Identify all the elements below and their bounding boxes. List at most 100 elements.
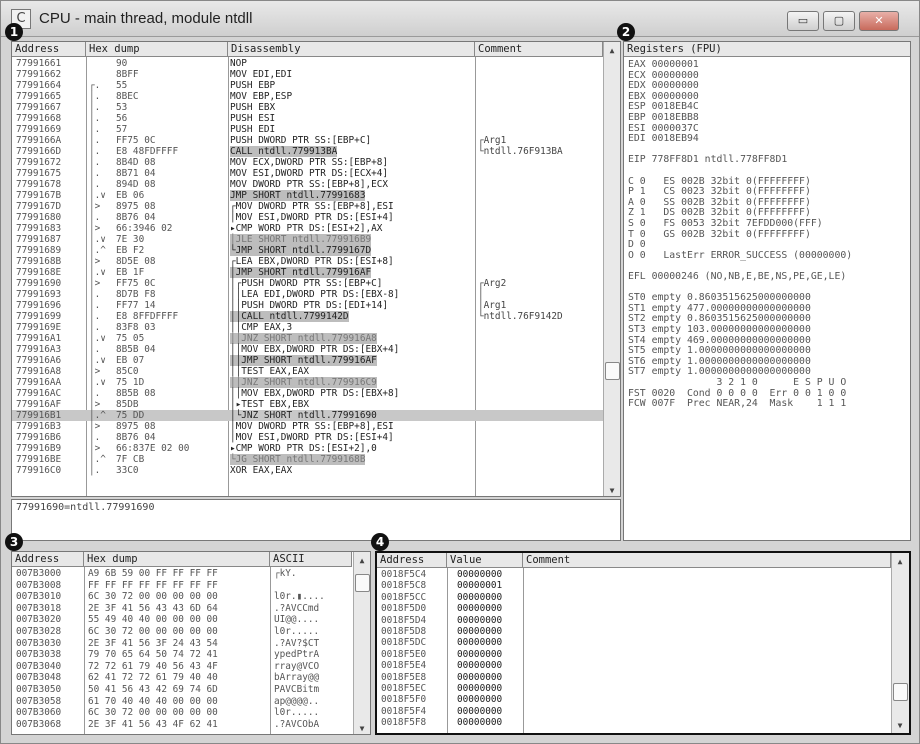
disasm-row[interactable]: 7799168B │> 8D5E 08 ┌LEA EBX,DWORD PTR DS:[… <box>12 256 603 267</box>
dump-row[interactable]: 007B3058 61 70 40 40 40 00 00 00 ap@@@@.. <box>12 696 353 708</box>
dump-row[interactable]: 007B3068 2E 3F 41 56 43 4F 62 41 .?AVCObA <box>12 719 353 731</box>
dump-row[interactable]: 007B3018 2E 3F 41 56 43 43 6D 64 .?AVCCmd <box>12 603 353 615</box>
dump-scrollbar[interactable]: ▲ ▼ <box>353 552 370 734</box>
stack-row[interactable]: 0018F5E4 00000000 <box>377 660 891 671</box>
disasm-row[interactable]: 779916A6 │.∨ EB 07 ││JMP SHORT ntdll.779916… <box>12 355 603 366</box>
stack-scroll-thumb[interactable] <box>893 683 908 701</box>
row-marker: │. <box>89 124 101 135</box>
dump-pane[interactable]: Address Hex dump ASCII 007B3000 A9 6B 59 … <box>11 551 371 735</box>
disasm-row[interactable]: 779916B1 │.^ 75 DD │└JNZ SHORT ntdll.779916… <box>12 410 603 421</box>
disasm-row[interactable]: 779916AC │. 8B5B 08 ││MOV EBX,DWORD PTR DS:… <box>12 388 603 399</box>
row-address: 779916B9 <box>16 443 62 454</box>
disasm-row[interactable]: 77991696 │. FF77 14 ││PUSH DWORD PTR DS:[ED… <box>12 300 603 311</box>
dump-row[interactable]: 007B3028 6C 30 72 00 00 00 00 00 l0r..... <box>12 626 353 638</box>
col-address[interactable]: Address <box>12 42 86 57</box>
disasm-row[interactable]: 77991680 │. 8B76 04 │MOV ESI,DWORD PTR DS:[… <box>12 212 603 223</box>
dump-row[interactable]: 007B3060 6C 30 72 00 00 00 00 00 l0r..... <box>12 707 353 719</box>
disasm-row[interactable]: 77991668 │. 56 PUSH ESI <box>12 113 603 124</box>
stack-scroll-up-icon[interactable]: ▲ <box>893 557 907 566</box>
dump-row[interactable]: 007B3048 62 41 72 72 61 79 40 40 bArray@@ <box>12 672 353 684</box>
stack-row[interactable]: 0018F5C8 00000001 <box>377 580 891 591</box>
dump-row[interactable]: 007B3008 FF FF FF FF FF FF FF FF <box>12 580 353 592</box>
disasm-row[interactable]: 77991669 │. 57 PUSH EDI <box>12 124 603 135</box>
disasm-row[interactable]: 77991683 │> 66:3946 02 ▸CMP WORD PTR DS:[ES… <box>12 223 603 234</box>
disasm-row[interactable]: 779916AA │.∨ 75 1D ││JNZ SHORT ntdll.779916… <box>12 377 603 388</box>
disasm-row[interactable]: 77991693 │. 8D7B F8 ││LEA EDI,DWORD PTR DS:… <box>12 289 603 300</box>
disasm-row[interactable]: 7799167D │> 8975 08 ┌MOV DWORD PTR SS:[EBP+… <box>12 201 603 212</box>
stack-row[interactable]: 0018F5D4 00000000 <box>377 615 891 626</box>
disasm-row[interactable]: 779916B3 │> 8975 08 │MOV DWORD PTR SS:[EBP+… <box>12 421 603 432</box>
disasm-row[interactable]: 7799166A │. FF75 0C PUSH DWORD PTR SS:[EBP+… <box>12 135 603 146</box>
disasm-row[interactable]: 77991662 8BFF MOV EDI,EDI <box>12 69 603 80</box>
disasm-row[interactable]: 77991664 ┌. 55 PUSH EBP <box>12 80 603 91</box>
disasm-row[interactable]: 779916AF │> 85DB │▸TEST EBX,EBX <box>12 399 603 410</box>
dump-row[interactable]: 007B3010 6C 30 72 00 00 00 00 00 l0r.▮.... <box>12 591 353 603</box>
disasm-row[interactable]: 77991678 │. 894D 08 MOV DWORD PTR SS:[EBP+8… <box>12 179 603 190</box>
col-hex[interactable]: Hex dump <box>86 42 228 57</box>
scroll-thumb[interactable] <box>605 362 620 380</box>
disasm-row[interactable]: 7799168E │.∨ EB 1F │JMP SHORT ntdll.779916A… <box>12 267 603 278</box>
disasm-row[interactable]: 77991690 │> FF75 0C │┌PUSH DWORD PTR SS:[EB… <box>12 278 603 289</box>
dump-scroll-down-icon[interactable]: ▼ <box>355 724 369 733</box>
stack-row[interactable]: 0018F5E0 00000000 <box>377 649 891 660</box>
dump-scroll-up-icon[interactable]: ▲ <box>355 556 369 565</box>
stack-row[interactable]: 0018F5EC 00000000 <box>377 683 891 694</box>
disasm-row[interactable]: 779916B9 │> 66:837E 02 00 ▸CMP WORD PTR DS:… <box>12 443 603 454</box>
disasm-scrollbar[interactable]: ▲ ▼ <box>603 42 620 496</box>
dump-scroll-thumb[interactable] <box>355 574 370 592</box>
stack-row[interactable]: 0018F5CC 00000000 <box>377 592 891 603</box>
disasm-row[interactable]: 7799169E │. 83F8 03 ││CMP EAX,3 <box>12 322 603 333</box>
stack-row[interactable]: 0018F5C4 00000000 <box>377 569 891 580</box>
stack-col-value[interactable]: Value <box>447 553 523 568</box>
disasm-row[interactable]: 77991672 │. 8B4D 08 MOV ECX,DWORD PTR SS:[E… <box>12 157 603 168</box>
col-disasm[interactable]: Disassembly <box>228 42 475 57</box>
dump-row[interactable]: 007B3030 2E 3F 41 56 3F 24 43 54 .?AV?$CT <box>12 638 353 650</box>
stack-col-comment[interactable]: Comment <box>523 553 891 568</box>
disasm-row[interactable]: 779916A3 │. 8B5B 04 ││MOV EBX,DWORD PTR DS:… <box>12 344 603 355</box>
row-hex: 8B76 04 <box>116 432 156 443</box>
col-comment[interactable]: Comment <box>475 42 603 57</box>
stack-pane[interactable]: Address Value Comment 0018F5C4 00000000 00… <box>375 551 911 735</box>
disasm-row[interactable]: 779916C0 │. 33C0 XOR EAX,EAX <box>12 465 603 476</box>
stack-row[interactable]: 0018F5D8 00000000 <box>377 626 891 637</box>
disasm-row[interactable]: 77991675 │. 8B71 04 MOV ESI,DWORD PTR DS:[E… <box>12 168 603 179</box>
disasm-row[interactable]: 77991661 90 NOP <box>12 58 603 69</box>
stack-row[interactable]: 0018F5E8 00000000 <box>377 672 891 683</box>
scroll-down-icon[interactable]: ▼ <box>605 486 619 495</box>
stack-row[interactable]: 0018F5F8 00000000 <box>377 717 891 728</box>
disasm-row[interactable]: 779916B6 │. 8B76 04 │MOV ESI,DWORD PTR DS:[… <box>12 432 603 443</box>
disasm-row[interactable]: 7799167B │.∨ EB 06 JMP SHORT ntdll.77991683 <box>12 190 603 201</box>
dump-col-address[interactable]: Address <box>12 552 84 567</box>
dump-row[interactable]: 007B3040 72 72 61 79 40 56 43 4F rray@VCO <box>12 661 353 673</box>
disasm-row[interactable]: 77991667 │. 53 PUSH EBX <box>12 102 603 113</box>
dump-row[interactable]: 007B3000 A9 6B 59 00 FF FF FF FF ┌kY. <box>12 568 353 580</box>
dump-row[interactable]: 007B3050 50 41 56 43 42 69 74 6D PAVCBitm <box>12 684 353 696</box>
dump-col-hex[interactable]: Hex dump <box>84 552 270 567</box>
disassembly-pane[interactable]: Address Hex dump Disassembly Comment 779… <box>11 41 621 497</box>
disasm-row[interactable]: 77991687 │.∨ 7E 30 │JLE SHORT ntdll.779916B… <box>12 234 603 245</box>
stack-row[interactable]: 0018F5DC 00000000 <box>377 637 891 648</box>
dump-col-ascii[interactable]: ASCII <box>270 552 352 567</box>
stack-row[interactable]: 0018F5F4 00000000 <box>377 706 891 717</box>
disasm-row[interactable]: 779916A8 │> 85C0 ││TEST EAX,EAX <box>12 366 603 377</box>
title-bar[interactable]: C CPU - main thread, module ntdll ▭ ▢ ✕ <box>1 1 919 37</box>
close-button[interactable]: ✕ <box>859 11 899 31</box>
row-disasm: └JG SHORT ntdll.7799168B <box>230 454 366 465</box>
stack-scroll-down-icon[interactable]: ▼ <box>893 721 907 730</box>
maximize-button[interactable]: ▢ <box>823 11 855 31</box>
disasm-row[interactable]: 7799166D │. E8 48FDFFFF CALL ntdll.779913BA… <box>12 146 603 157</box>
dump-row[interactable]: 007B3020 55 49 40 40 00 00 00 00 UI@@.... <box>12 614 353 626</box>
disasm-row[interactable]: 77991699 │. E8 8FFDFFFF ││CALL ntdll.779914… <box>12 311 603 322</box>
disasm-row[interactable]: 77991665 │. 8BEC MOV EBP,ESP <box>12 91 603 102</box>
minimize-button[interactable]: ▭ <box>787 11 819 31</box>
stack-row[interactable]: 0018F5F0 00000000 <box>377 694 891 705</box>
scroll-up-icon[interactable]: ▲ <box>605 46 619 55</box>
stack-scrollbar[interactable]: ▲ ▼ <box>891 553 909 733</box>
disasm-row[interactable]: 779916A1 │.∨ 75 05 ││JNZ SHORT ntdll.779916… <box>12 333 603 344</box>
disasm-row[interactable]: 779916BE │.^ 7F CB └JG SHORT ntdll.7799168B <box>12 454 603 465</box>
stack-row[interactable]: 0018F5D0 00000000 <box>377 603 891 614</box>
disasm-row[interactable]: 77991689 │.^ EB F2 └JMP SHORT ntdll.7799167… <box>12 245 603 256</box>
stack-col-address[interactable]: Address <box>377 553 447 568</box>
registers-pane[interactable]: Registers (FPU) EAX 00000001 ECX 00000000… <box>623 41 911 541</box>
dump-row[interactable]: 007B3038 79 70 65 64 50 74 72 41 ypedPtrA <box>12 649 353 661</box>
